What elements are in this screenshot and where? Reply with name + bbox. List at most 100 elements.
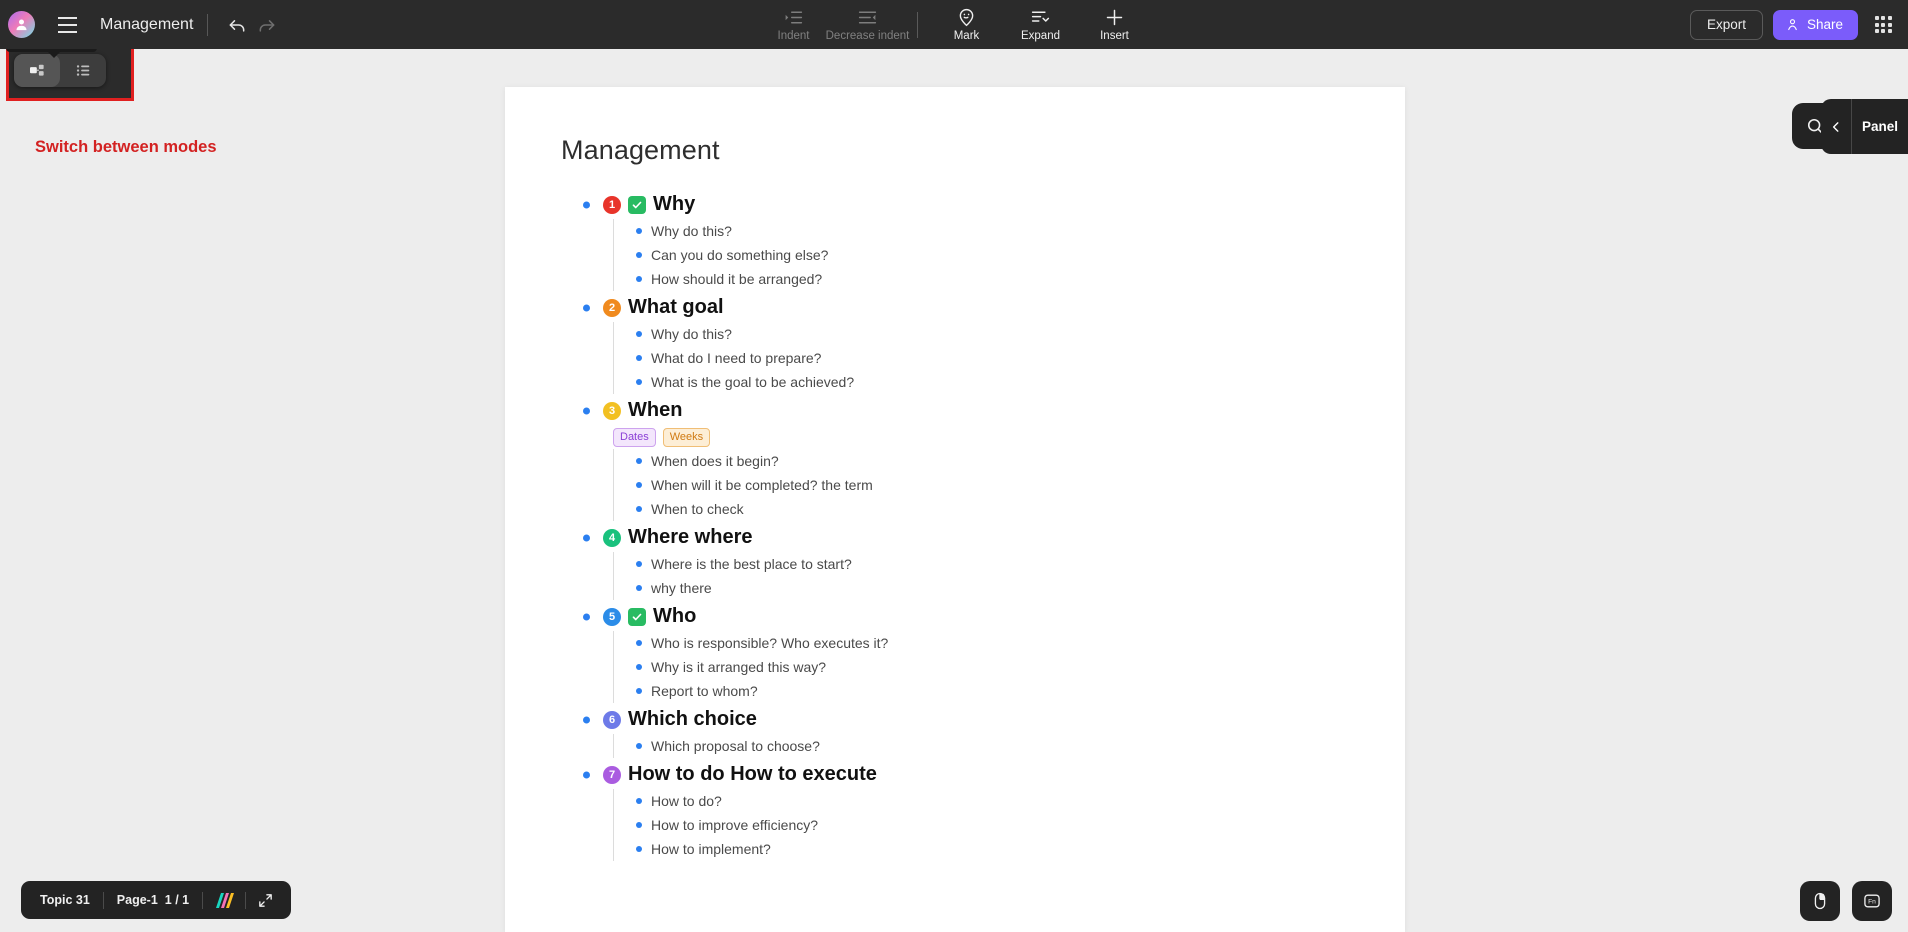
section-bullet-icon bbox=[583, 201, 590, 208]
tool-insert[interactable]: Insert bbox=[1078, 2, 1152, 47]
check-glyph bbox=[632, 613, 642, 620]
outline-mode-button[interactable] bbox=[60, 54, 106, 87]
share-button[interactable]: Share bbox=[1772, 9, 1858, 40]
svg-text:Fn: Fn bbox=[1868, 899, 1876, 906]
bottom-right-fabs: Fn bbox=[1800, 881, 1892, 921]
share-label: Share bbox=[1806, 17, 1843, 32]
outline-item[interactable]: What do I need to prepare? bbox=[614, 346, 1349, 370]
outline-item[interactable]: Where is the best place to start? bbox=[614, 552, 1349, 576]
item-bullet-icon bbox=[636, 585, 642, 591]
outline-item[interactable]: How to implement? bbox=[614, 837, 1349, 861]
panel-toggle[interactable]: Panel bbox=[1820, 99, 1908, 154]
center-tool-group: Indent Decrease indent Mark Expand Inser… bbox=[0, 0, 1908, 49]
brand-logo-icon[interactable] bbox=[203, 892, 245, 909]
divider bbox=[916, 11, 918, 38]
outline-item[interactable]: Who is responsible? Who executes it? bbox=[614, 631, 1349, 655]
section-bullet-icon bbox=[583, 716, 590, 723]
outline-item[interactable]: Why do this? bbox=[614, 219, 1349, 243]
mode-switch-annotation: Switch between modes bbox=[35, 138, 217, 156]
outline-item[interactable]: How to do? bbox=[614, 789, 1349, 813]
section-children: Why do this? Can you do something else? Ho… bbox=[613, 219, 1349, 291]
document-title: Management bbox=[100, 15, 194, 33]
mark-smiley-icon bbox=[956, 8, 977, 28]
outline-item[interactable]: What is the goal to be achieved? bbox=[614, 370, 1349, 394]
outline-item[interactable]: When will it be completed? the term bbox=[614, 473, 1349, 497]
undo-arrow-icon[interactable] bbox=[222, 10, 252, 40]
item-text: Report to whom? bbox=[651, 683, 758, 699]
item-text: Why do this? bbox=[651, 223, 732, 239]
avatar[interactable] bbox=[8, 11, 35, 38]
item-bullet-icon bbox=[636, 458, 642, 464]
expand-list-icon bbox=[1030, 8, 1051, 28]
item-text: How to do? bbox=[651, 793, 722, 809]
outline-item[interactable]: How should it be arranged? bbox=[614, 267, 1349, 291]
section-number-badge: 3 bbox=[603, 401, 621, 420]
item-text: why there bbox=[651, 580, 712, 596]
item-text: What is the goal to be achieved? bbox=[651, 374, 855, 390]
hamburger-menu-icon[interactable] bbox=[50, 8, 84, 42]
outline-item[interactable]: When does it begin? bbox=[614, 449, 1349, 473]
topic-count[interactable]: Topic 31 bbox=[27, 893, 103, 907]
app-root: Management Indent Decrease indent Mark E… bbox=[0, 0, 1908, 932]
fullscreen-icon[interactable] bbox=[246, 892, 285, 909]
redo-arrow-icon[interactable] bbox=[252, 10, 282, 40]
section-header[interactable]: 1 Why bbox=[583, 190, 1349, 219]
tool-expand[interactable]: Expand bbox=[1004, 2, 1078, 47]
section-check-icon[interactable] bbox=[628, 607, 646, 626]
section-check-icon[interactable] bbox=[628, 195, 646, 214]
item-text: What do I need to prepare? bbox=[651, 350, 822, 366]
outline-item[interactable]: Which proposal to choose? bbox=[614, 734, 1349, 758]
section-header[interactable]: 7 How to do How to execute bbox=[583, 760, 1349, 789]
item-bullet-icon bbox=[636, 379, 642, 385]
tool-decrease-indent[interactable]: Decrease indent bbox=[826, 2, 909, 47]
user-avatar-icon bbox=[16, 19, 27, 31]
section-title: Why bbox=[653, 193, 696, 215]
item-bullet-icon bbox=[636, 252, 642, 258]
section-number-badge: 1 bbox=[603, 195, 621, 214]
mouse-icon bbox=[1814, 892, 1826, 910]
section-children: How to do? How to improve efficiency? How … bbox=[613, 789, 1349, 861]
page-title: Management bbox=[561, 135, 720, 165]
section-header[interactable]: 4 Where where bbox=[583, 523, 1349, 552]
outline-item[interactable]: How to improve efficiency? bbox=[614, 813, 1349, 837]
outline-item[interactable]: Why do this? bbox=[614, 322, 1349, 346]
tool-label: Expand bbox=[1020, 29, 1060, 42]
section-children: Why do this? What do I need to prepare? Wh… bbox=[613, 322, 1349, 394]
panel-label: Panel bbox=[1861, 119, 1898, 134]
top-toolbar: Management Indent Decrease indent Mark E… bbox=[0, 0, 1908, 49]
section-header[interactable]: 2 What goal bbox=[583, 293, 1349, 322]
outline-item[interactable]: Can you do something else? bbox=[614, 243, 1349, 267]
section-bullet-icon bbox=[583, 304, 590, 311]
item-bullet-icon bbox=[636, 846, 642, 852]
status-bar: Topic 31 Page-1 1 / 1 bbox=[21, 881, 292, 919]
section-header[interactable]: 3 When bbox=[583, 396, 1349, 425]
section-children: Which proposal to choose? bbox=[613, 734, 1349, 758]
section-header[interactable]: 6 Which choice bbox=[583, 705, 1349, 734]
tag-chip[interactable]: Dates bbox=[613, 428, 656, 447]
item-bullet-icon bbox=[636, 743, 642, 749]
export-button[interactable]: Export bbox=[1689, 9, 1763, 40]
section-bullet-icon bbox=[583, 534, 590, 541]
tool-indent[interactable]: Indent bbox=[757, 2, 831, 47]
share-person-icon bbox=[1788, 19, 1797, 31]
outline-document[interactable]: Management 1 Why Why do this? Can you do so… bbox=[505, 87, 1405, 932]
item-text: When to check bbox=[651, 501, 744, 517]
outline-section: 2 What goal Why do this? What do I need to … bbox=[561, 293, 1349, 394]
outline-item[interactable]: Why is it arranged this way? bbox=[614, 655, 1349, 679]
outline-item[interactable]: why there bbox=[614, 576, 1349, 600]
mindmap-mode-button[interactable] bbox=[14, 54, 60, 87]
apps-grid-icon[interactable] bbox=[1868, 10, 1898, 40]
tag-chip[interactable]: Weeks bbox=[662, 428, 711, 447]
item-text: When will it be completed? the term bbox=[651, 477, 873, 493]
section-header[interactable]: 5 Who bbox=[583, 602, 1349, 631]
outline-item[interactable]: When to check bbox=[614, 497, 1349, 521]
tool-mark[interactable]: Mark bbox=[930, 2, 1004, 47]
section-title: Where where bbox=[628, 526, 753, 548]
mouse-mode-button[interactable] bbox=[1800, 881, 1840, 921]
tool-label: Indent bbox=[777, 29, 810, 42]
item-bullet-icon bbox=[636, 798, 642, 804]
shortcut-keys-button[interactable]: Fn bbox=[1852, 881, 1892, 921]
page-indicator[interactable]: Page-1 1 / 1 bbox=[104, 893, 202, 907]
section-number-badge: 5 bbox=[603, 607, 621, 626]
outline-item[interactable]: Report to whom? bbox=[614, 679, 1349, 703]
